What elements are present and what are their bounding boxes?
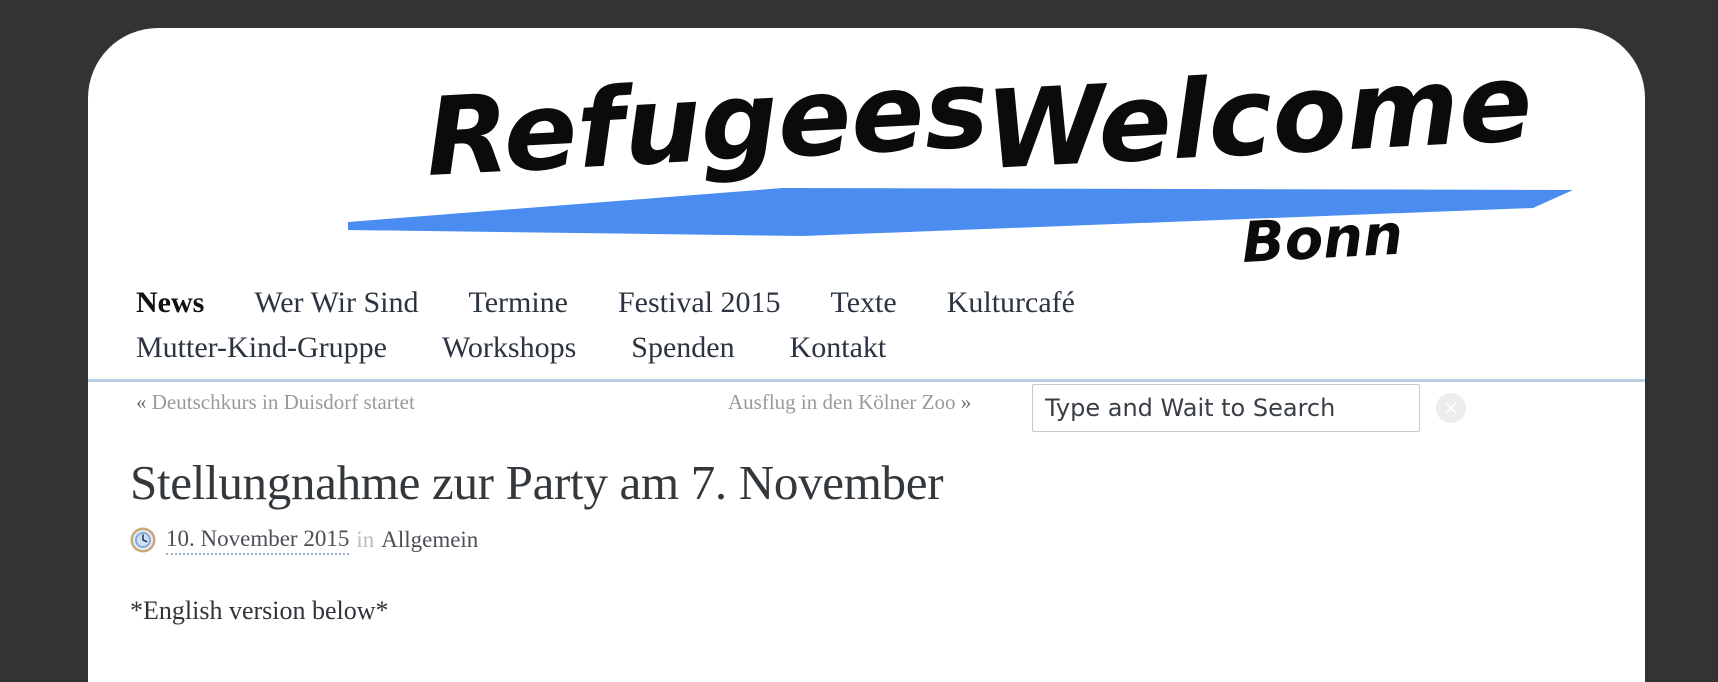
previous-post-link[interactable]: « Deutschkurs in Duisdorf startet	[136, 390, 415, 415]
logo-wordmark-primary: Refugees	[423, 50, 992, 201]
nav-item-kontakt[interactable]: Kontakt	[790, 328, 887, 367]
meta-separator: in	[356, 527, 375, 553]
nav-item-kulturcafe[interactable]: Kulturcafé	[947, 283, 1075, 322]
nav-row-secondary: Mutter-Kind-Gruppe Workshops Spenden Kon…	[88, 328, 1645, 367]
site-logo[interactable]: Refugees Welcome Bonn Refugees Welcome B…	[243, 50, 1573, 270]
previous-post-label: Deutschkurs in Duisdorf startet	[151, 390, 415, 414]
nav-item-mutter-kind-gruppe[interactable]: Mutter-Kind-Gruppe	[136, 328, 387, 367]
post-date[interactable]: 10. November 2015	[166, 526, 350, 555]
post-navigation-bar: « Deutschkurs in Duisdorf startet Ausflu…	[88, 382, 1645, 434]
nav-item-workshops[interactable]: Workshops	[442, 328, 576, 367]
nav-item-texte[interactable]: Texte	[831, 283, 897, 322]
search-input[interactable]	[1032, 384, 1420, 432]
nav-item-festival-2015[interactable]: Festival 2015	[618, 283, 781, 322]
site-content-card: Refugees Welcome Bonn Refugees Welcome B…	[88, 28, 1645, 682]
nav-item-news[interactable]: News	[136, 283, 204, 322]
post-body-line-1: *English version below*	[130, 595, 389, 625]
nav-row-primary: News Wer Wir Sind Termine Festival 2015 …	[88, 283, 1645, 322]
next-post-label: Ausflug in den Kölner Zoo	[728, 390, 956, 414]
clock-icon	[130, 527, 156, 553]
post-category[interactable]: Allgemein	[381, 527, 478, 553]
post-title: Stellungnahme zur Party am 7. November	[130, 455, 944, 510]
site-header: Refugees Welcome Bonn Refugees Welcome B…	[88, 28, 1645, 283]
nav-item-spenden[interactable]: Spenden	[631, 328, 734, 367]
chevron-left-icon: «	[136, 390, 147, 414]
main-navigation: News Wer Wir Sind Termine Festival 2015 …	[88, 283, 1645, 382]
logo-wordmark-city: Bonn	[1240, 203, 1404, 270]
post-article: Stellungnahme zur Party am 7. November 1…	[88, 434, 1645, 630]
search-widget: ×	[1032, 384, 1466, 432]
post-meta: 10. November 2015 in Allgemein	[130, 526, 1645, 555]
next-post-link[interactable]: Ausflug in den Kölner Zoo »	[728, 390, 971, 415]
search-clear-icon[interactable]: ×	[1436, 393, 1466, 423]
chevron-right-icon: »	[960, 390, 972, 414]
logo-wordmark-secondary: Welcome	[983, 50, 1535, 194]
nav-item-wer-wir-sind[interactable]: Wer Wir Sind	[254, 283, 418, 322]
logo-artwork: Refugees Welcome Bonn	[348, 50, 1573, 270]
nav-item-termine[interactable]: Termine	[468, 283, 568, 322]
browser-page: Refugees Welcome Bonn Refugees Welcome B…	[0, 0, 1718, 682]
post-body: *English version below*	[130, 591, 1645, 630]
